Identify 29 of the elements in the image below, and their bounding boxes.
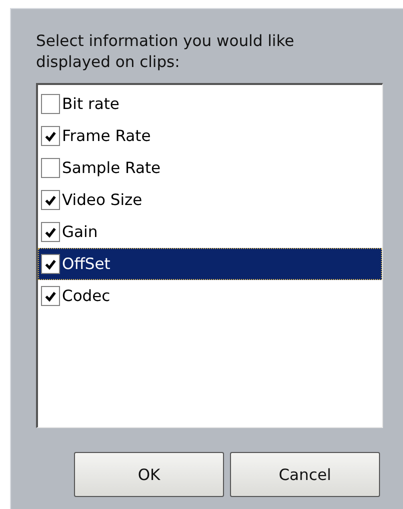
checkbox[interactable] (41, 126, 60, 146)
option-item[interactable]: Codec (38, 280, 382, 312)
checkbox[interactable] (41, 286, 60, 306)
option-label: Gain (62, 223, 98, 241)
option-item[interactable]: Video Size (38, 184, 382, 216)
option-label: Video Size (62, 191, 142, 209)
option-label: Codec (62, 287, 110, 305)
checkbox[interactable] (41, 94, 60, 114)
checkmark-icon (44, 226, 57, 238)
option-item[interactable]: Gain (38, 216, 382, 248)
ok-button[interactable]: OK (74, 452, 224, 497)
checkmark-icon (44, 130, 57, 142)
checkbox[interactable] (41, 254, 60, 274)
prompt-text: Select information you would like displayed on clips: (36, 31, 296, 73)
cancel-button[interactable]: Cancel (230, 452, 380, 497)
checkmark-icon (44, 290, 57, 302)
option-item[interactable]: OffSet (38, 248, 382, 280)
option-label: Bit rate (62, 95, 120, 113)
checkmark-icon (44, 258, 57, 270)
option-item[interactable]: Frame Rate (38, 120, 382, 152)
option-label: OffSet (62, 255, 110, 273)
checkmark-icon (44, 194, 57, 206)
option-label: Frame Rate (62, 127, 151, 145)
checkbox[interactable] (41, 190, 60, 210)
checkbox[interactable] (41, 222, 60, 242)
checkbox[interactable] (41, 158, 60, 178)
option-item[interactable]: Sample Rate (38, 152, 382, 184)
option-label: Sample Rate (62, 159, 161, 177)
option-item[interactable]: Bit rate (38, 88, 382, 120)
